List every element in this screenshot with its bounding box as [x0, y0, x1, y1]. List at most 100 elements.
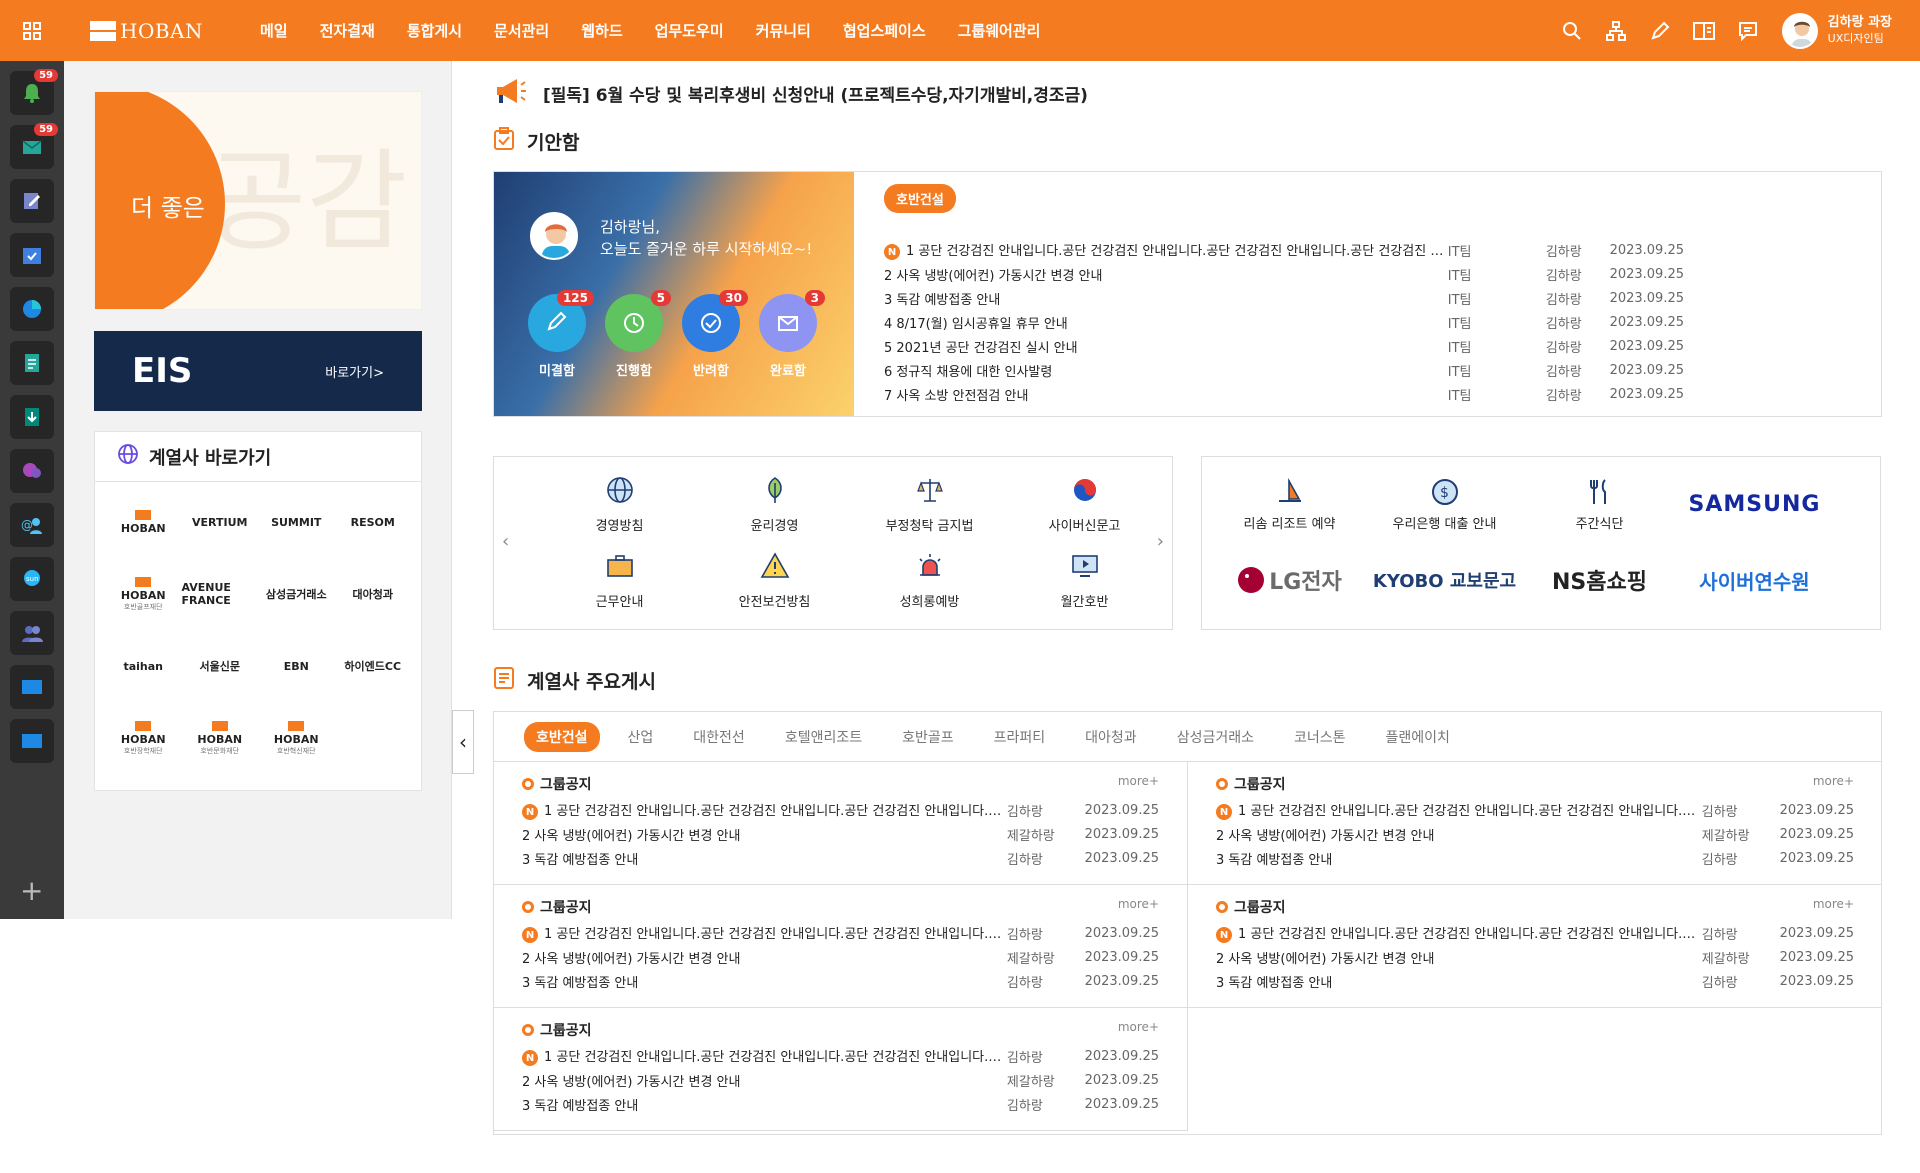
affiliate-logo[interactable]: 대아청과 [335, 572, 412, 616]
board-row[interactable]: 2 사옥 냉방(에어컨) 가동시간 변경 안내 제갈하랑 2023.09.25 [522, 1068, 1159, 1092]
board-row[interactable]: 2 사옥 냉방(에어컨) 가동시간 변경 안내 제갈하랑 2023.09.25 [1216, 945, 1854, 969]
partner-link-woori[interactable]: $ 우리은행 대출 안내 [1367, 469, 1522, 539]
partner-link-menu[interactable]: 주간식단 [1522, 469, 1677, 539]
rail-community[interactable] [10, 611, 54, 655]
gnb-menu-item[interactable]: 커뮤니티 [756, 20, 811, 41]
affiliate-logo[interactable]: RESOM [335, 500, 412, 544]
affiliate-logo[interactable]: HOBAN 호반문화재단 [182, 716, 259, 760]
hoban-logo[interactable]: HOBAN [90, 19, 240, 43]
gnb-menu-item[interactable]: 통합게시 [407, 20, 462, 41]
gnb-menu-item[interactable]: 메일 [260, 20, 288, 41]
cyber-academy-logo[interactable]: 사이버연수원 [1677, 545, 1832, 615]
board-row[interactable]: 3 독감 예방접종 안내 김하랑 2023.09.25 [522, 969, 1159, 993]
hero-banner[interactable]: 공감 더 좋은 [94, 91, 422, 310]
board-row[interactable]: N 1 공단 건강검진 안내입니다.공단 건강검진 안내입니다.공단 건강검진 안… [522, 1044, 1159, 1068]
board-tab[interactable]: 호반건설 [524, 721, 600, 752]
board-row[interactable]: N 1 공단 건강검진 안내입니다.공단 건강검진 안내입니다.공단 건강검진 안… [522, 921, 1159, 945]
rail-window-1[interactable] [10, 665, 54, 709]
quick-link[interactable]: 부정청탁 금지법 [852, 469, 1007, 539]
quick-link[interactable]: 윤리경영 [697, 469, 852, 539]
draft-stat[interactable]: 125 미결함 [528, 290, 594, 379]
more-link[interactable]: more+ [1813, 774, 1854, 794]
search-icon[interactable] [1550, 9, 1594, 53]
more-link[interactable]: more+ [1118, 774, 1159, 794]
more-link[interactable]: more+ [1118, 1020, 1159, 1040]
board-row[interactable]: 3 독감 예방접종 안내 김하랑 2023.09.25 [522, 1092, 1159, 1116]
board-tab[interactable]: 호반골프 [902, 727, 954, 747]
draft-stat[interactable]: 3 완료함 [759, 290, 825, 379]
quick-link[interactable]: 안전보건방침 [697, 545, 852, 615]
affiliate-logo[interactable]: VERTIUM [182, 500, 259, 544]
org-chart-icon[interactable] [1594, 9, 1638, 53]
samsung-logo[interactable]: SAMSUNG [1677, 469, 1832, 539]
rail-webhard[interactable] [10, 395, 54, 439]
draft-list-item[interactable]: N 1 공단 건강검진 안내입니다.공단 건강검진 안내입니다.공단 건강검진 안… [884, 238, 1684, 262]
draft-list-item[interactable]: 4 8/17(월) 임시공휴일 휴무 안내 IT팀 김하랑 2023.09.25 [884, 310, 1684, 334]
draft-stat[interactable]: 30 반려함 [682, 290, 748, 379]
board-row[interactable]: N 1 공단 건강검진 안내입니다.공단 건강검진 안내입니다.공단 건강검진 안… [1216, 798, 1854, 822]
affiliate-logo[interactable]: HOBAN [105, 500, 182, 544]
kyobo-logo[interactable]: KYOBO 교보문고 [1367, 545, 1522, 615]
rail-messenger[interactable] [10, 449, 54, 493]
lg-logo[interactable]: LG전자 [1212, 545, 1367, 615]
board-tab[interactable]: 프라퍼티 [994, 727, 1046, 747]
draft-list-item[interactable]: 2 사옥 냉방(에어컨) 가동시간 변경 안내 IT팀 김하랑 2023.09.25 [884, 262, 1684, 286]
rail-chatbot[interactable]: sun [10, 557, 54, 601]
board-tab[interactable]: 대아청과 [1085, 727, 1137, 747]
affiliate-logo[interactable]: HOBAN 호반장학재단 [105, 716, 182, 760]
eis-link[interactable]: 바로가기> [325, 362, 384, 381]
rail-window-2[interactable] [10, 719, 54, 763]
affiliate-logo[interactable]: taihan [105, 644, 182, 688]
quick-link[interactable]: 근무안내 [542, 545, 697, 615]
chevron-left-icon[interactable]: ‹ [502, 531, 509, 552]
gnb-menu-item[interactable]: 그룹웨어관리 [958, 20, 1041, 41]
board-row[interactable]: 3 독감 예방접종 안내 김하랑 2023.09.25 [1216, 969, 1854, 993]
affiliate-logo[interactable]: 서울신문 [182, 644, 259, 688]
more-link[interactable]: more+ [1118, 897, 1159, 917]
quick-link[interactable]: 경영방침 [542, 469, 697, 539]
chevron-right-icon[interactable]: › [1157, 531, 1164, 552]
gnb-menu-item[interactable]: 웹하드 [581, 20, 622, 41]
book-icon[interactable] [1682, 9, 1726, 53]
rail-approval[interactable] [10, 179, 54, 223]
affiliate-logo[interactable]: HOBAN 호반혁신재단 [258, 716, 335, 760]
board-row[interactable]: N 1 공단 건강검진 안내입니다.공단 건강검진 안내입니다.공단 건강검진 안… [522, 798, 1159, 822]
add-plus-icon[interactable]: + [20, 874, 43, 907]
gnb-menu-item[interactable]: 협업스페이스 [843, 20, 926, 41]
ns-logo[interactable]: NS홈쇼핑 [1522, 545, 1677, 615]
affiliate-logo[interactable]: AVENUE FRANCE [182, 572, 259, 616]
rail-report[interactable] [10, 287, 54, 331]
pen-icon[interactable] [1638, 9, 1682, 53]
board-row[interactable]: N 1 공단 건강검진 안내입니다.공단 건강검진 안내입니다.공단 건강검진 안… [1216, 921, 1854, 945]
board-tab[interactable]: 호텔앤리조트 [785, 727, 862, 747]
gnb-menu-item[interactable]: 전자결재 [320, 20, 375, 41]
draft-list-item[interactable]: 7 사옥 소방 안전점검 안내 IT팀 김하랑 2023.09.25 [884, 382, 1684, 406]
user-avatar[interactable] [1781, 12, 1818, 49]
gnb-menu-item[interactable]: 업무도우미 [655, 20, 724, 41]
board-row[interactable]: 3 독감 예방접종 안내 김하랑 2023.09.25 [522, 846, 1159, 870]
draft-company-tab[interactable]: 호반건설 [884, 184, 956, 213]
affiliate-logo[interactable]: EBN [258, 644, 335, 688]
board-tab[interactable]: 삼성금거래소 [1177, 727, 1254, 747]
board-tab[interactable]: 대한전선 [693, 727, 745, 747]
draft-list-item[interactable]: 3 독감 예방접종 안내 IT팀 김하랑 2023.09.25 [884, 286, 1684, 310]
draft-list-item[interactable]: 6 정규직 채용에 대한 인사발령 IT팀 김하랑 2023.09.25 [884, 358, 1684, 382]
quick-link[interactable]: 월간호반 [1007, 545, 1162, 615]
rail-mail[interactable]: 59 [10, 123, 58, 169]
gnb-menu-item[interactable]: 문서관리 [494, 20, 549, 41]
draft-stat[interactable]: 5 진행함 [605, 290, 671, 379]
partner-link-resom[interactable]: 리솜 리조트 예약 [1212, 469, 1367, 539]
board-tab[interactable]: 플랜에이치 [1386, 727, 1450, 747]
chat-icon[interactable] [1726, 9, 1770, 53]
board-row[interactable]: 2 사옥 냉방(에어컨) 가동시간 변경 안내 제갈하랑 2023.09.25 [522, 945, 1159, 969]
quick-link[interactable]: 성희롱예방 [852, 545, 1007, 615]
user-info[interactable]: 김하랑 과장 UX디자인팀 [1828, 15, 1892, 47]
rail-notification[interactable]: 59 [10, 69, 58, 115]
affiliate-logo[interactable]: 하이엔드CC [335, 644, 412, 688]
more-link[interactable]: more+ [1813, 897, 1854, 917]
quick-link[interactable]: 사이버신문고 [1007, 469, 1162, 539]
board-tab[interactable]: 산업 [628, 727, 654, 747]
board-row[interactable]: 2 사옥 냉방(에어컨) 가동시간 변경 안내 제갈하랑 2023.09.25 [522, 822, 1159, 846]
rail-docs[interactable] [10, 341, 54, 385]
eis-banner[interactable]: EIS 바로가기> [94, 331, 422, 411]
